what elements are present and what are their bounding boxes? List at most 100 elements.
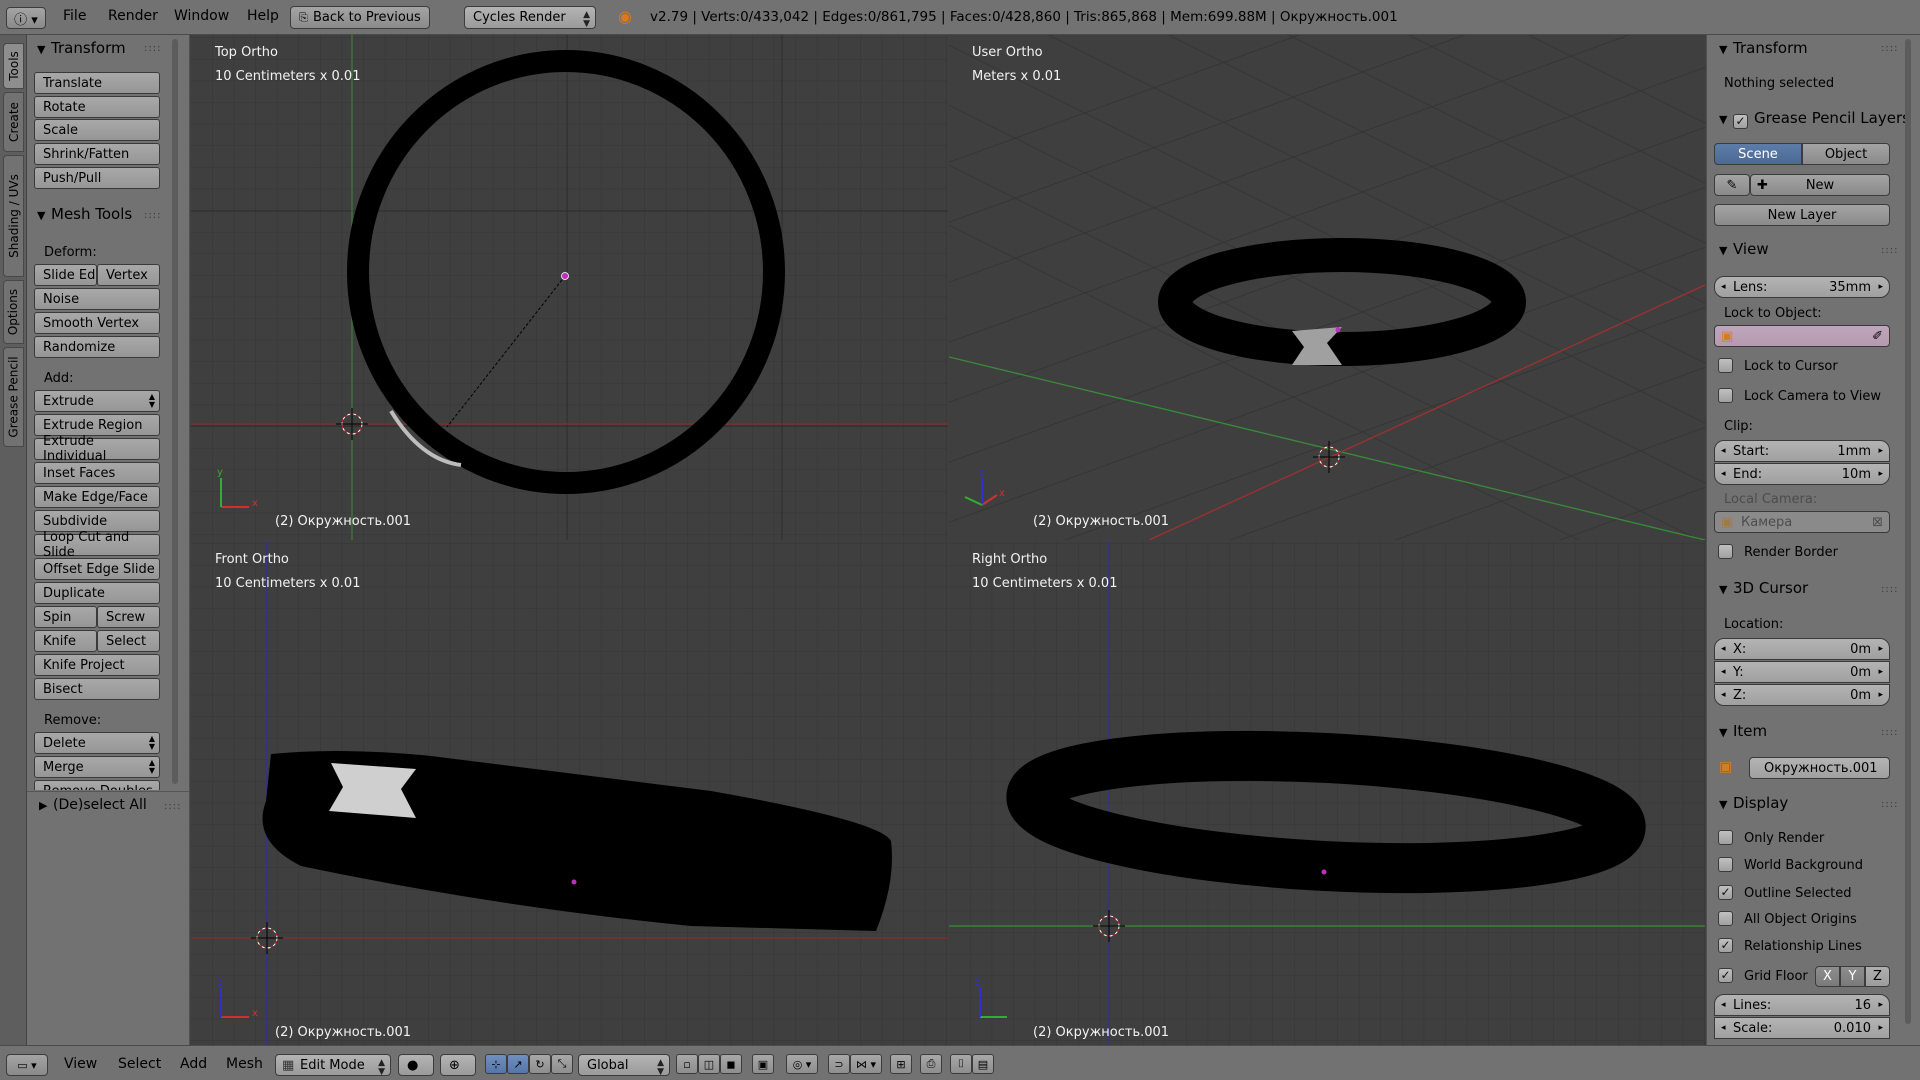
- render-border-checkbox[interactable]: [1718, 544, 1733, 559]
- cursor-x-field[interactable]: ◂ X: 0m ▸: [1714, 638, 1890, 660]
- subdivide-button[interactable]: Subdivide: [34, 510, 160, 532]
- tab-options[interactable]: Options: [3, 280, 24, 344]
- tab-create[interactable]: Create: [3, 92, 24, 152]
- drag-handle-icon[interactable]: ::::: [1881, 727, 1898, 738]
- manipulator-toggle[interactable]: ⊹: [485, 1054, 507, 1074]
- grid-floor-checkbox[interactable]: ✓: [1718, 968, 1733, 983]
- item-name-field[interactable]: Окружность.001: [1749, 757, 1890, 779]
- local-camera-field[interactable]: ▣ Камера ⊠: [1714, 511, 1890, 533]
- opengl-render-button[interactable]: ⎙: [920, 1054, 942, 1074]
- menu-help[interactable]: Help: [247, 8, 279, 24]
- tab-tools[interactable]: Tools: [3, 43, 24, 89]
- rotate-manipulator-toggle[interactable]: ↻: [529, 1054, 551, 1074]
- drag-handle-icon[interactable]: ::::: [1881, 584, 1898, 595]
- merge-dropdown[interactable]: Merge ▲ ▼: [34, 756, 160, 778]
- snap-target-toggle[interactable]: ⊞: [890, 1054, 912, 1074]
- opengl-render-anim-button[interactable]: ⌷: [950, 1054, 972, 1074]
- screw-button[interactable]: Screw: [97, 606, 160, 628]
- extrude-region-button[interactable]: Extrude Region: [34, 414, 160, 436]
- scale-manipulator-toggle[interactable]: ⤡: [551, 1054, 573, 1074]
- drag-handle-icon[interactable]: ::::: [1881, 245, 1898, 256]
- lens-field[interactable]: ◂ Lens: 35mm ▸: [1714, 276, 1890, 298]
- pivot-point-select[interactable]: ⊕: [440, 1054, 476, 1076]
- delete-dropdown[interactable]: Delete ▲ ▼: [34, 732, 160, 754]
- viewport-shading-select[interactable]: ●: [398, 1054, 434, 1076]
- knife-select-button[interactable]: Select: [97, 630, 160, 652]
- transform-orientation-select[interactable]: Global ▲ ▼: [578, 1054, 670, 1077]
- translate-manipulator-toggle[interactable]: ↗: [507, 1054, 529, 1074]
- extrude-dropdown[interactable]: Extrude ▲ ▼: [34, 390, 160, 412]
- view-panel-header[interactable]: ▼ View: [1719, 240, 1769, 258]
- viewport-front-ortho[interactable]: xz Front Ortho 10 Centimeters x 0.01 (2)…: [191, 541, 948, 1045]
- translate-button[interactable]: Translate: [34, 72, 160, 94]
- world-background-checkbox[interactable]: [1718, 857, 1733, 872]
- drag-handle-icon[interactable]: ::::: [144, 43, 161, 54]
- viewport-right-ortho[interactable]: z Right Ortho 10 Centimeters x 0.01 (2) …: [949, 541, 1705, 1045]
- toolshelf-scrollbar[interactable]: [172, 39, 178, 784]
- grid-scale-field[interactable]: ◂ Scale: 0.010 ▸: [1714, 1017, 1890, 1039]
- lock-camera-checkbox[interactable]: [1718, 388, 1733, 403]
- lock-to-cursor-checkbox[interactable]: [1718, 358, 1733, 373]
- drag-handle-icon[interactable]: ::::: [1881, 43, 1898, 54]
- outline-selected-checkbox[interactable]: ✓: [1718, 885, 1733, 900]
- grease-pencil-panel-header[interactable]: ▼ ✓ Grease Pencil Layers: [1719, 109, 1910, 129]
- knife-button[interactable]: Knife: [34, 630, 97, 652]
- drag-handle-icon[interactable]: ::::: [1881, 799, 1898, 810]
- edge-select-mode[interactable]: ◫: [698, 1054, 720, 1074]
- menu-file[interactable]: File: [63, 8, 86, 24]
- shrink-fatten-button[interactable]: Shrink/Fatten: [34, 143, 160, 165]
- remove-doubles-button[interactable]: Remove Doubles: [34, 780, 160, 790]
- mesh-tools-panel-header[interactable]: ▼ Mesh Tools: [37, 205, 132, 223]
- opengl-render-anim-clapper-button[interactable]: ▤: [972, 1054, 994, 1074]
- viewport-top-ortho[interactable]: xy Top Ortho 10 Centimeters x 0.01 (2) О…: [191, 35, 948, 540]
- grease-pencil-toggle[interactable]: ✓: [1733, 114, 1748, 129]
- menu-render[interactable]: Render: [108, 8, 158, 24]
- item-panel-header[interactable]: ▼ Item: [1719, 722, 1767, 740]
- tab-grease-pencil[interactable]: Grease Pencil: [3, 347, 24, 447]
- scale-button[interactable]: Scale: [34, 119, 160, 141]
- push-pull-button[interactable]: Push/Pull: [34, 167, 160, 189]
- occlude-geometry-toggle[interactable]: ▣: [752, 1054, 774, 1074]
- rotate-button[interactable]: Rotate: [34, 96, 160, 118]
- spin-button[interactable]: Spin: [34, 606, 97, 628]
- only-render-checkbox[interactable]: [1718, 830, 1733, 845]
- grid-axis-y-toggle[interactable]: Y: [1840, 966, 1865, 987]
- transform-panel-header[interactable]: ▼ Transform: [37, 39, 126, 57]
- all-object-origins-checkbox[interactable]: [1718, 911, 1733, 926]
- slide-vertex-button[interactable]: Vertex: [97, 264, 160, 286]
- smooth-vertex-button[interactable]: Smooth Vertex: [34, 312, 160, 334]
- inset-faces-button[interactable]: Inset Faces: [34, 462, 160, 484]
- grid-lines-field[interactable]: ◂ Lines: 16 ▸: [1714, 994, 1890, 1016]
- grid-axis-z-toggle[interactable]: Z: [1865, 966, 1890, 987]
- randomize-button[interactable]: Randomize: [34, 336, 160, 358]
- object-tab-button[interactable]: Object: [1802, 143, 1890, 165]
- face-select-mode[interactable]: ◼: [720, 1054, 742, 1074]
- relationship-lines-checkbox[interactable]: ✓: [1718, 938, 1733, 953]
- clip-end-field[interactable]: ◂ End: 10m ▸: [1714, 463, 1890, 485]
- bisect-button[interactable]: Bisect: [34, 678, 160, 700]
- clear-x-icon[interactable]: ⊠: [1872, 515, 1883, 530]
- vertex-select-mode[interactable]: ▫: [676, 1054, 698, 1074]
- snap-toggle[interactable]: ⊃: [828, 1054, 850, 1074]
- make-edge-face-button[interactable]: Make Edge/Face: [34, 486, 160, 508]
- cursor-y-field[interactable]: ◂ Y: 0m ▸: [1714, 661, 1890, 683]
- snap-element-select[interactable]: ⋈ ▾: [850, 1054, 882, 1074]
- 3d-cursor-panel-header[interactable]: ▼ 3D Cursor: [1719, 579, 1808, 597]
- drag-handle-icon[interactable]: ::::: [144, 210, 161, 221]
- proportional-edit-select[interactable]: ◎ ▾: [786, 1054, 818, 1074]
- new-grease-pencil-button[interactable]: ✚ New: [1750, 174, 1890, 196]
- noise-button[interactable]: Noise: [34, 288, 160, 310]
- drag-handle-icon[interactable]: ::::: [164, 801, 181, 812]
- tab-shading-uvs[interactable]: Shading / UVs: [3, 155, 24, 277]
- scene-tab-button[interactable]: Scene: [1714, 143, 1802, 165]
- clip-start-field[interactable]: ◂ Start: 1mm ▸: [1714, 440, 1890, 462]
- cursor-z-field[interactable]: ◂ Z: 0m ▸: [1714, 684, 1890, 706]
- knife-project-button[interactable]: Knife Project: [34, 654, 160, 676]
- slide-edge-button[interactable]: Slide Ed: [34, 264, 97, 286]
- deselect-all-operator-header[interactable]: ▶ (De)select All: [39, 797, 147, 813]
- grid-axis-x-toggle[interactable]: X: [1815, 966, 1840, 987]
- loop-cut-button[interactable]: Loop Cut and Slide: [34, 530, 160, 560]
- offset-edge-slide-button[interactable]: Offset Edge Slide: [34, 558, 160, 580]
- menu-add[interactable]: Add: [180, 1056, 207, 1072]
- transform-panel-header[interactable]: ▼ Transform: [1719, 39, 1808, 57]
